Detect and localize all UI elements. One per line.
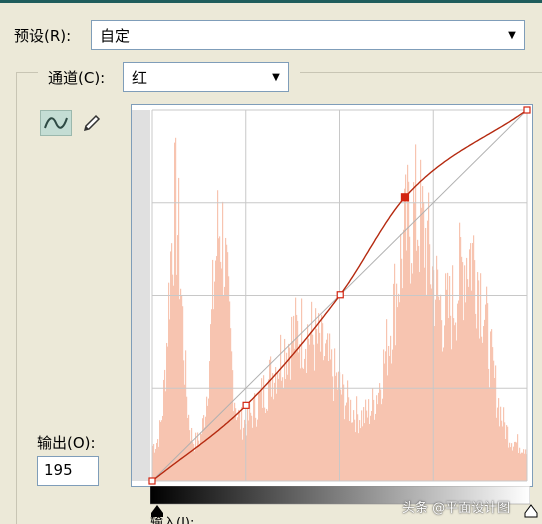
output-field[interactable]: 195 xyxy=(37,456,99,486)
group-box-top-border-right xyxy=(300,72,542,73)
curve-tool-icon xyxy=(44,117,68,129)
watermark-text: 头条 @平面设计图 xyxy=(402,501,511,516)
channel-value: 红 xyxy=(132,68,148,87)
preset-value: 自定 xyxy=(100,26,131,45)
group-box-top-border-left xyxy=(16,72,38,73)
preset-dropdown[interactable]: 自定 ▼ xyxy=(91,20,525,50)
preset-label: 预设(R): xyxy=(14,27,72,45)
curves-graph-canvas[interactable] xyxy=(132,105,532,486)
channel-label: 通道(C): xyxy=(48,69,106,87)
pencil-tool-button[interactable] xyxy=(76,110,108,136)
dropdown-arrow-icon: ▼ xyxy=(508,29,516,41)
channel-dropdown[interactable]: 红 ▼ xyxy=(123,62,289,92)
curve-point[interactable] xyxy=(523,106,531,114)
curve-point-selected[interactable] xyxy=(400,193,410,202)
input-label: 输入(I): xyxy=(150,516,195,524)
curve-point[interactable] xyxy=(336,291,344,299)
dropdown-arrow-icon: ▼ xyxy=(272,71,280,83)
group-box-left-border xyxy=(16,72,17,524)
output-label: 输出(O): xyxy=(37,434,96,452)
window-top-border xyxy=(0,0,542,3)
curves-graph[interactable] xyxy=(131,104,533,487)
output-gradient-bar xyxy=(132,110,150,481)
curve-point[interactable] xyxy=(148,477,156,485)
pencil-tool-icon xyxy=(83,114,101,132)
white-point-slider-icon[interactable] xyxy=(524,504,538,518)
output-value: 195 xyxy=(44,461,73,479)
curve-point[interactable] xyxy=(242,401,250,409)
curve-tool-button[interactable] xyxy=(40,110,72,136)
